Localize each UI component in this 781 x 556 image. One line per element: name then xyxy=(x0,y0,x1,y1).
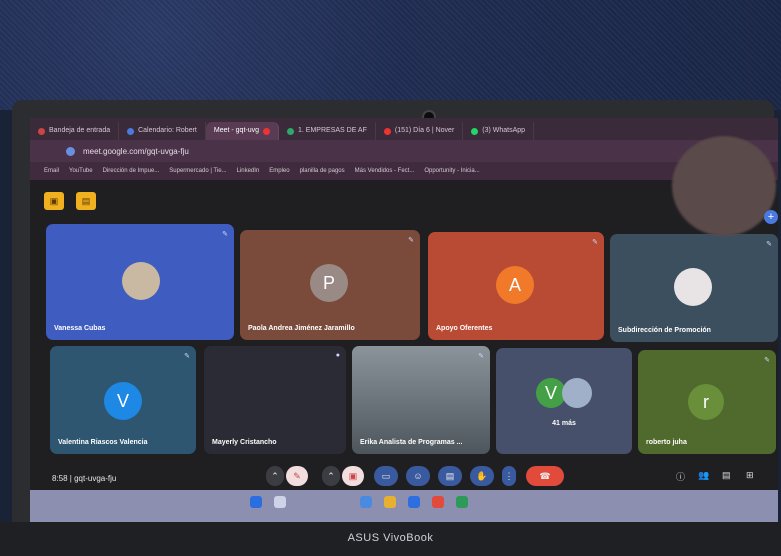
laptop-brand: ASUS VivoBook xyxy=(347,532,434,544)
participant-name: Subdirección de Promoción xyxy=(618,327,711,334)
speaking-icon: ● xyxy=(335,352,340,359)
tab-calendar[interactable]: Calendario: Robert xyxy=(119,122,206,140)
bookmark-opportunity[interactable]: Opportunity - Inicia... xyxy=(424,168,479,174)
files-icon[interactable] xyxy=(360,496,372,508)
folder-icon[interactable] xyxy=(384,496,396,508)
raise-hand-button[interactable]: ✋ xyxy=(470,466,494,486)
people-icon[interactable]: 👥 xyxy=(698,470,709,481)
tab-sheets[interactable]: 1. EMPRESAS DE AF xyxy=(279,122,376,140)
avatar: A xyxy=(496,266,534,304)
recording-icon xyxy=(263,127,271,135)
bookmark-youtube[interactable]: YouTube xyxy=(69,168,93,174)
calendar-icon xyxy=(127,127,135,135)
activities-icon[interactable]: ⊞ xyxy=(746,470,754,481)
whatsapp-icon xyxy=(471,127,479,135)
mic-icon: ✎ xyxy=(222,231,228,238)
participant-tile[interactable]: ● Mayerly Cristancho xyxy=(204,346,346,454)
browser-tabs: Bandeja de entrada Calendario: Robert Me… xyxy=(30,118,778,140)
mic-options-button[interactable]: ⌃ xyxy=(266,466,284,486)
windows-start-icon[interactable] xyxy=(250,496,262,508)
tab-label: 1. EMPRESAS DE AF xyxy=(298,127,367,134)
tab-label: Bandeja de entrada xyxy=(49,127,111,134)
participant-tile[interactable]: V ✎ Valentina Riascos Valencia xyxy=(50,346,196,454)
bookmark-mas-vendidos[interactable]: Más Vendidos - Fect... xyxy=(355,168,415,174)
youtube-icon xyxy=(383,127,391,135)
tab-label: Meet - gqt-uvg xyxy=(213,127,260,134)
avatar xyxy=(122,262,160,300)
address-bar[interactable]: meet.google.com/gqt-uvga-fju xyxy=(30,140,778,162)
avatar: P xyxy=(310,264,348,302)
site-info-icon[interactable] xyxy=(66,146,75,156)
participant-name: roberto juha xyxy=(646,439,687,446)
activity-icon[interactable]: ▣ xyxy=(44,192,64,210)
participant-tile[interactable]: P ✎ Paola Andrea Jiménez Jaramillo xyxy=(240,230,420,340)
participant-name: Erika Analista de Programas ... xyxy=(360,439,463,446)
info-icon[interactable]: ▤ xyxy=(76,192,96,210)
fabric-background xyxy=(0,0,781,110)
participant-tile[interactable]: ✎ Erika Analista de Programas ... xyxy=(352,346,490,454)
tab-whatsapp[interactable]: (3) WhatsApp xyxy=(463,122,535,140)
participant-tile[interactable]: ✎ Vanessa Cubas xyxy=(46,224,234,340)
leave-call-button[interactable]: ☎ xyxy=(526,466,564,486)
tab-meet[interactable]: Meet - gqt-uvg xyxy=(205,122,280,140)
gmail-icon xyxy=(38,127,45,135)
participant-tile[interactable]: r ✎ roberto juha xyxy=(638,350,776,454)
meet-area: ▣ ▤ ✎ Vanessa Cubas P ✎ Paola Andrea Jim… xyxy=(30,180,778,522)
bookmark-linkedin[interactable]: LinkedIn xyxy=(237,168,260,174)
camera-toggle-button[interactable]: ▣ xyxy=(342,466,364,486)
url-text: meet.google.com/gqt-uvga-fju xyxy=(83,146,189,156)
avatar: V xyxy=(104,382,142,420)
bookmarks-bar: Email YouTube Dirección de Impue... Supe… xyxy=(30,162,778,180)
search-icon[interactable] xyxy=(274,496,286,508)
sheets-icon xyxy=(287,127,295,135)
muted-mic-icon: ✎ xyxy=(408,237,414,244)
chrome-icon[interactable] xyxy=(432,496,444,508)
bookmark-empleo[interactable]: Empleo xyxy=(269,168,289,174)
logo-avatar xyxy=(674,268,712,306)
present-button[interactable]: ▤ xyxy=(438,466,462,486)
mic-icon: ✎ xyxy=(766,241,772,248)
laptop-screen: Bandeja de entrada Calendario: Robert Me… xyxy=(30,118,778,522)
mic-icon: ✎ xyxy=(478,353,484,360)
participant-name: Apoyo Oferentes xyxy=(436,325,493,332)
bookmark-dian[interactable]: Dirección de Impue... xyxy=(103,168,160,174)
bookmark-email[interactable]: Email xyxy=(44,168,59,174)
participant-name: Paola Andrea Jiménez Jaramillo xyxy=(248,325,355,332)
muted-mic-icon: ✎ xyxy=(592,239,598,246)
meeting-time-code: 8:58 | gqt-uvga-fju xyxy=(52,474,117,483)
more-count: 41 más xyxy=(552,420,576,427)
bookmark-supermercado[interactable]: Supermercado | Tie... xyxy=(169,168,226,174)
participant-tile[interactable]: A ✎ Apoyo Oferentes xyxy=(428,232,604,340)
participant-name: Mayerly Cristancho xyxy=(212,439,277,446)
captions-button[interactable]: ▭ xyxy=(374,466,398,486)
avatar xyxy=(562,378,592,408)
obscured-area xyxy=(672,136,776,236)
participant-name: Valentina Riascos Valencia xyxy=(58,439,148,446)
windows-taskbar xyxy=(30,490,778,522)
more-participants-tile[interactable]: V 41 más xyxy=(496,348,632,454)
participant-tile[interactable]: ✎ Subdirección de Promoción xyxy=(610,234,778,342)
tab-label: Calendario: Robert xyxy=(138,127,197,134)
tab-youtube[interactable]: (151) Día 6 | Nover xyxy=(376,122,464,140)
mic-icon: ✎ xyxy=(184,353,190,360)
tab-label: (3) WhatsApp xyxy=(482,127,526,134)
tab-gmail[interactable]: Bandeja de entrada xyxy=(30,122,120,140)
camera-options-button[interactable]: ⌃ xyxy=(322,466,340,486)
avatar: r xyxy=(688,384,724,420)
bookmark-planilla[interactable]: planilla de pagos xyxy=(300,168,345,174)
add-icon[interactable]: + xyxy=(764,210,778,224)
more-options-button[interactable]: ⋮ xyxy=(502,466,516,486)
tab-label: (151) Día 6 | Nover xyxy=(394,127,455,134)
chat-icon[interactable]: ▤ xyxy=(722,470,731,481)
edge-icon[interactable] xyxy=(408,496,420,508)
mic-icon: ✎ xyxy=(764,357,770,364)
info-icon[interactable]: ⓘ xyxy=(676,470,685,483)
participant-name: Vanessa Cubas xyxy=(54,325,106,332)
mic-toggle-button[interactable]: ✎ xyxy=(286,466,308,486)
emoji-button[interactable]: ☺ xyxy=(406,466,430,486)
excel-icon[interactable] xyxy=(456,496,468,508)
